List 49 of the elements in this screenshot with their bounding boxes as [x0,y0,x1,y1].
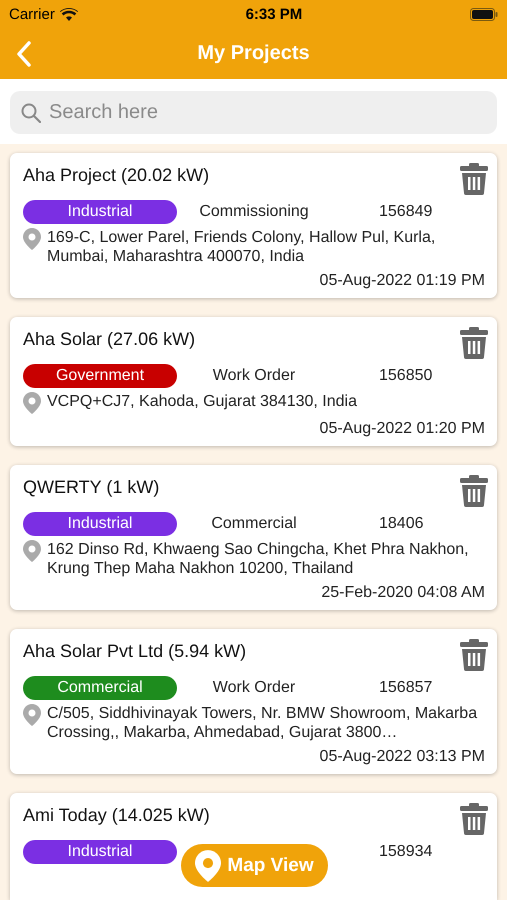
project-date: 05-Aug-2022 01:19 PM [320,272,485,290]
project-number: 158934 [379,843,432,861]
category-tag: Industrial [23,840,177,864]
project-title: Aha Project (20.02 kW) [23,165,210,186]
project-date: 25-Feb-2020 04:08 AM [321,584,485,602]
project-card[interactable]: QWERTY (1 kW) Industrial Commercial 18406 162 Dinso Rd, Khwaeng Sao Chingcha, Khet Phra Nakhon, Krung Thep Maha Nakhon 10200, Thailand 25-Feb-2020 04:08 AM [10,465,497,610]
category-tag: Government [23,364,177,388]
location-pin-icon [23,392,41,414]
project-date: 05-Aug-2022 03:13 PM [320,748,485,766]
project-stage: Commissioning [198,203,310,221]
location-pin-icon [195,850,222,882]
project-stage: Work Order [212,367,296,385]
project-address: 169-C, Lower Parel, Friends Colony, Hallow Pul, Kurla, Mumbai, Maharashtra 400070, India [47,228,436,266]
category-tag: Industrial [23,512,177,536]
project-address: VCPQ+CJ7, Kahoda, Gujarat 384130, India [47,392,357,411]
trash-icon[interactable] [460,803,488,835]
project-title: Ami Today (14.025 kW) [23,805,210,826]
project-title: Aha Solar Pvt Ltd (5.94 kW) [23,641,246,662]
project-stage: Commercial [210,515,298,533]
project-card[interactable]: Aha Project (20.02 kW) Industrial Commissioning 156849 169-C, Lower Parel, Friends Colony, Hallow Pul, Kurla, Mumbai, Maharashtra 400070, India 05-Aug-2022 01:19 PM [10,153,497,298]
category-tag: Commercial [23,676,177,700]
project-number: 156857 [379,679,432,697]
trash-icon[interactable] [460,475,488,507]
trash-icon[interactable] [460,327,488,359]
search-icon [21,103,41,123]
project-card[interactable]: Aha Solar Pvt Ltd (5.94 kW) Commercial Work Order 156857 C/505, Siddhivinayak Towers, Nr. BMW Showroom, Makarba Crossing,, Makarba, Ahmedabad, Gujarat 3800… 05-Aug-2022 03:13 PM [10,629,497,774]
location-pin-icon [23,704,41,726]
search-field[interactable]: Search here [10,91,497,134]
screen-title: My Projects [197,42,310,65]
location-pin-icon [23,228,41,250]
carrier-label: Carrier [9,6,55,22]
trash-icon[interactable] [460,639,488,671]
project-stage: Work Order [212,679,296,697]
battery-icon [470,8,498,20]
clock-time: 6:33 PM [246,6,302,22]
project-card[interactable]: Ami Today (14.025 kW) Industrial 158934 Map View [10,793,497,900]
project-number: 18406 [379,515,424,533]
project-card[interactable]: Aha Solar (27.06 kW) Government Work Order 156850 VCPQ+CJ7, Kahoda, Gujarat 384130, India 05-Aug-2022 01:20 PM [10,317,497,446]
project-number: 156850 [379,367,432,385]
project-address: 162 Dinso Rd, Khwaeng Sao Chingcha, Khet Phra Nakhon, Krung Thep Maha Nakhon 10200, Thailand [47,540,470,578]
trash-icon[interactable] [460,163,488,195]
project-title: QWERTY (1 kW) [23,477,160,498]
project-title: Aha Solar (27.06 kW) [23,329,196,350]
category-tag: Industrial [23,200,177,224]
project-date: 05-Aug-2022 01:20 PM [320,420,485,438]
project-address: C/505, Siddhivinayak Towers, Nr. BMW Showroom, Makarba Crossing,, Makarba, Ahmedabad, Gujarat 3800… [47,704,478,742]
wifi-icon [60,8,78,20]
project-number: 156849 [379,203,432,221]
location-pin-icon [23,540,41,562]
